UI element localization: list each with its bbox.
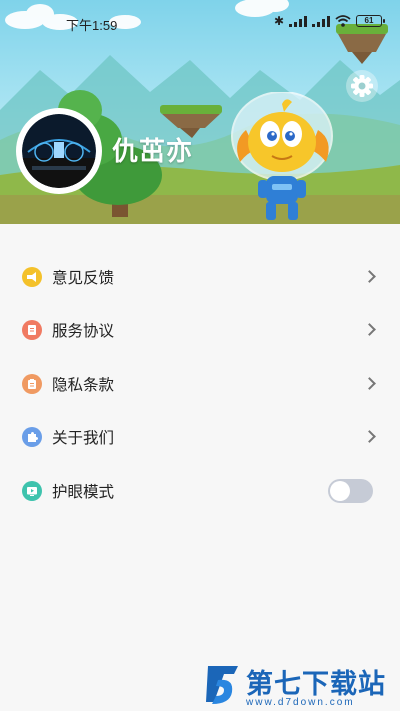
menu-item-label: 护眼模式 [52, 483, 115, 501]
menu-item-service-agreement[interactable]: 服务协议 [0, 304, 400, 358]
battery-icon: 61 [356, 15, 385, 27]
status-time: 下午1:59 [66, 18, 118, 33]
mascot-illustration [231, 92, 333, 220]
menu-item-feedback[interactable]: 意见反馈 [0, 250, 400, 304]
chevron-right-icon [363, 430, 376, 444]
watermark-title: 第七下载站 [246, 669, 386, 700]
status-icons: ✱ 61 [273, 14, 385, 28]
chevron-right-icon [363, 376, 376, 390]
chevron-right-icon [363, 269, 376, 283]
megaphone-icon [22, 266, 42, 287]
status-bar: 下午1:59 ✱ 61 [0, 0, 400, 44]
watermark-logo [206, 666, 238, 704]
menu-item-label: 隐私条款 [52, 376, 115, 394]
document-icon [22, 320, 42, 341]
settings-button[interactable] [346, 70, 378, 102]
menu-item-about[interactable]: 关于我们 [0, 411, 400, 465]
signal-icon [312, 15, 330, 27]
menu-item-privacy[interactable]: 隐私条款 [0, 357, 400, 411]
avatar-image [22, 114, 96, 188]
signal-icon [289, 15, 307, 27]
menu-item-label: 关于我们 [52, 430, 115, 448]
profile-header: 下午1:59 ✱ 61 仇茁亦 [0, 0, 400, 224]
gear-icon [351, 75, 373, 97]
chevron-right-icon [363, 323, 376, 337]
avatar[interactable] [16, 108, 102, 194]
bluetooth-icon: ✱ [273, 14, 284, 28]
menu-item-label: 服务协议 [52, 323, 115, 341]
watermark: 第七下载站 www.d7down.com [204, 662, 394, 708]
tv-icon [22, 480, 42, 501]
menu-item-label: 意见反馈 [52, 269, 115, 287]
puzzle-icon [22, 427, 42, 448]
eye-mode-toggle[interactable] [328, 478, 373, 503]
toggle-knob [330, 480, 350, 501]
settings-menu: 意见反馈 服务协议 隐私条款 关于我们 护眼模式 [0, 250, 400, 518]
clipboard-icon [22, 373, 42, 394]
menu-item-eye-mode: 护眼模式 [0, 464, 400, 518]
username[interactable]: 仇茁亦 [112, 131, 193, 168]
wifi-icon [335, 15, 351, 27]
watermark-url: www.d7down.com [246, 697, 355, 708]
